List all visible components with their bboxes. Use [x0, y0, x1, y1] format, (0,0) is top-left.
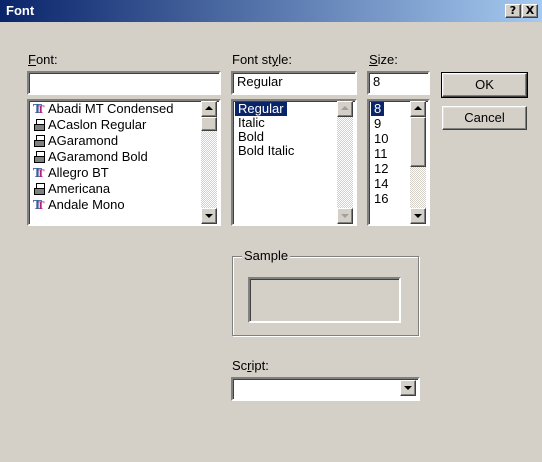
script-dropdown-button[interactable] [400, 380, 416, 396]
size-list-item[interactable]: 12 [371, 162, 391, 176]
size-list-item[interactable]: 8 [371, 102, 385, 116]
truetype-icon: TT [33, 102, 45, 116]
font-style-list-item[interactable]: Italic [235, 116, 268, 130]
close-button[interactable]: X [522, 4, 538, 18]
font-list-item-label: AGaramond [48, 133, 119, 148]
chevron-down-icon [404, 386, 412, 390]
truetype-icon: TT [33, 198, 45, 212]
font-style-list-item[interactable]: Bold [235, 130, 267, 144]
style-scroll-up-button[interactable] [337, 101, 353, 117]
size-list-item[interactable]: 10 [371, 132, 391, 146]
ok-button[interactable]: OK [441, 72, 528, 98]
font-list-scrollbar[interactable] [201, 101, 217, 224]
up-arrow-icon [341, 106, 349, 110]
up-arrow-icon [414, 106, 422, 110]
font-list-item-label: Americana [48, 181, 111, 196]
font-list-item-label: ACaslon Regular [48, 117, 147, 132]
size-list-item[interactable]: 9 [371, 117, 384, 131]
font-label: Font: [28, 52, 58, 67]
font-list-item-label: Andale Mono [48, 197, 125, 212]
font-list-item-label: Abadi MT Condensed [48, 101, 174, 116]
down-arrow-icon [341, 214, 349, 218]
font-list-item-label: Allegro BT [48, 165, 109, 180]
printer-font-icon [34, 119, 45, 131]
window-title: Font [6, 3, 35, 18]
font-list-item[interactable]: T T Andale Mono [31, 197, 199, 213]
font-scroll-down-button[interactable] [201, 208, 217, 224]
size-list-item[interactable]: 14 [371, 177, 391, 191]
font-list-item[interactable]: AGaramond [31, 134, 199, 148]
printer-font-icon [34, 151, 45, 163]
sample-groupbox [232, 256, 419, 336]
size-input[interactable]: 8 [367, 71, 430, 95]
font-scroll-up-button[interactable] [201, 101, 217, 117]
font-style-list-item[interactable]: Bold Italic [235, 144, 297, 158]
font-style-list[interactable]: Bold Italic Bold Italic Regular [231, 99, 357, 226]
font-style-input-value: Regular [237, 74, 283, 89]
size-list-item[interactable]: 16 [371, 192, 391, 206]
size-scroll-up-button[interactable] [410, 101, 426, 117]
printer-font-icon [34, 183, 45, 195]
style-list-scrollbar[interactable] [337, 101, 353, 224]
sample-label: Sample [242, 248, 291, 263]
font-list-item[interactable]: T T Abadi MT Condensed [31, 101, 199, 117]
script-select[interactable] [231, 377, 420, 401]
font-style-list-item[interactable]: Regular [235, 102, 287, 116]
size-list[interactable]: 16 14 12 11 10 9 8 [367, 99, 430, 226]
font-style-input[interactable]: Regular [231, 71, 357, 95]
font-list-item-label: AGaramond Bold [48, 149, 148, 164]
style-scroll-down-button[interactable] [337, 208, 353, 224]
font-list-item[interactable]: ACaslon Regular [31, 118, 199, 132]
font-scroll-thumb[interactable] [201, 117, 217, 131]
font-list-item[interactable]: AGaramond Bold [31, 150, 199, 164]
font-name-input[interactable] [27, 71, 221, 95]
sample-preview [248, 277, 401, 323]
size-scroll-thumb[interactable] [410, 117, 426, 167]
size-label: Size: [369, 52, 398, 67]
font-list-item[interactable]: T T Allegro BT [31, 165, 199, 181]
down-arrow-icon [414, 214, 422, 218]
font-style-label: Font style: [232, 52, 292, 67]
size-input-value: 8 [373, 74, 381, 89]
font-list[interactable]: T T Andale Mono Americana T T Allegro BT AGaram… [27, 99, 221, 226]
script-label: Script: [232, 358, 269, 373]
down-arrow-icon [205, 214, 213, 218]
font-list-item[interactable]: Americana [31, 182, 199, 196]
help-button[interactable]: ? [505, 4, 521, 18]
size-list-scrollbar[interactable] [410, 101, 426, 224]
size-scroll-down-button[interactable] [410, 208, 426, 224]
title-bar[interactable]: Font ? X [0, 0, 542, 22]
up-arrow-icon [205, 106, 213, 110]
cancel-button[interactable]: Cancel [442, 106, 527, 130]
size-list-item[interactable]: 11 [371, 147, 391, 161]
truetype-icon: TT [33, 166, 45, 180]
printer-font-icon [34, 135, 45, 147]
